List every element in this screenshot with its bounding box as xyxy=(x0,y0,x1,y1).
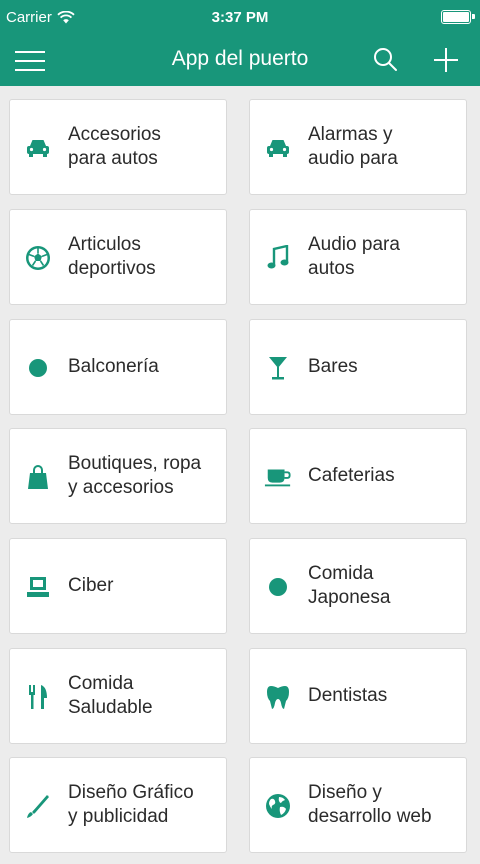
category-label: Ciber xyxy=(68,575,114,596)
category-label: Cafeterias xyxy=(308,465,395,486)
computer-icon xyxy=(24,573,52,601)
category-tile[interactable]: Balconería xyxy=(9,319,227,415)
category-tile[interactable]: Diseño Gráfico y publicidad xyxy=(9,757,227,853)
dot-icon xyxy=(24,354,52,382)
category-tile[interactable]: Cafeterias xyxy=(249,428,467,524)
add-button[interactable] xyxy=(430,44,462,76)
category-label: Diseño Gráfico y publicidad xyxy=(68,782,194,827)
cocktail-glass-icon xyxy=(264,354,292,382)
category-label: Comida Saludable xyxy=(68,673,153,718)
category-label: Accesorios para autos xyxy=(68,124,161,169)
category-label: Balconería xyxy=(68,356,159,377)
status-time: 3:37 PM xyxy=(211,9,269,26)
category-label: Audio para autos xyxy=(308,234,400,279)
coffee-cup-icon xyxy=(264,463,292,491)
category-tile[interactable]: Accesorios para autos xyxy=(9,99,227,195)
category-tile[interactable]: Comida Saludable xyxy=(9,648,227,744)
category-label: Boutiques, ropa y accesorios xyxy=(68,453,202,498)
category-label: Comida Japonesa xyxy=(308,563,391,608)
battery-icon xyxy=(441,10,475,24)
category-tile[interactable]: Dentistas xyxy=(249,648,467,744)
category-label: Diseño y desarrollo web xyxy=(308,782,432,827)
search-icon xyxy=(374,48,397,71)
pen-brush-icon xyxy=(24,792,52,820)
category-tile[interactable]: Bares xyxy=(249,319,467,415)
category-grid: Accesorios para autos Alarmas y audio pa… xyxy=(0,86,480,864)
globe-icon xyxy=(264,792,292,820)
category-tile[interactable]: Comida Japonesa xyxy=(249,538,467,634)
car-icon xyxy=(24,134,52,162)
category-tile[interactable]: Audio para autos xyxy=(249,209,467,305)
category-tile[interactable]: Articulos deportivos xyxy=(9,209,227,305)
nav-bar: App del puerto xyxy=(0,36,480,86)
shopping-bag-icon xyxy=(24,463,52,491)
dot-icon xyxy=(264,573,292,601)
category-tile[interactable]: Diseño y desarrollo web xyxy=(249,757,467,853)
fork-knife-icon xyxy=(24,683,52,711)
status-bar: Carrier 3:37 PM xyxy=(0,0,480,36)
tooth-icon xyxy=(264,683,292,711)
category-label: Alarmas y audio para xyxy=(308,124,398,169)
category-tile[interactable]: Boutiques, ropa y accesorios xyxy=(9,428,227,524)
category-tile[interactable]: Alarmas y audio para xyxy=(249,99,467,195)
category-label: Dentistas xyxy=(308,685,388,706)
soccer-ball-icon xyxy=(24,244,52,272)
page-title: App del puerto xyxy=(171,47,309,70)
category-tile[interactable]: Ciber xyxy=(9,538,227,634)
music-note-icon xyxy=(264,244,292,272)
category-label: Bares xyxy=(308,356,358,377)
search-button[interactable] xyxy=(370,44,402,76)
category-label: Articulos deportivos xyxy=(68,234,156,279)
car-icon xyxy=(264,134,292,162)
plus-icon xyxy=(434,48,458,72)
